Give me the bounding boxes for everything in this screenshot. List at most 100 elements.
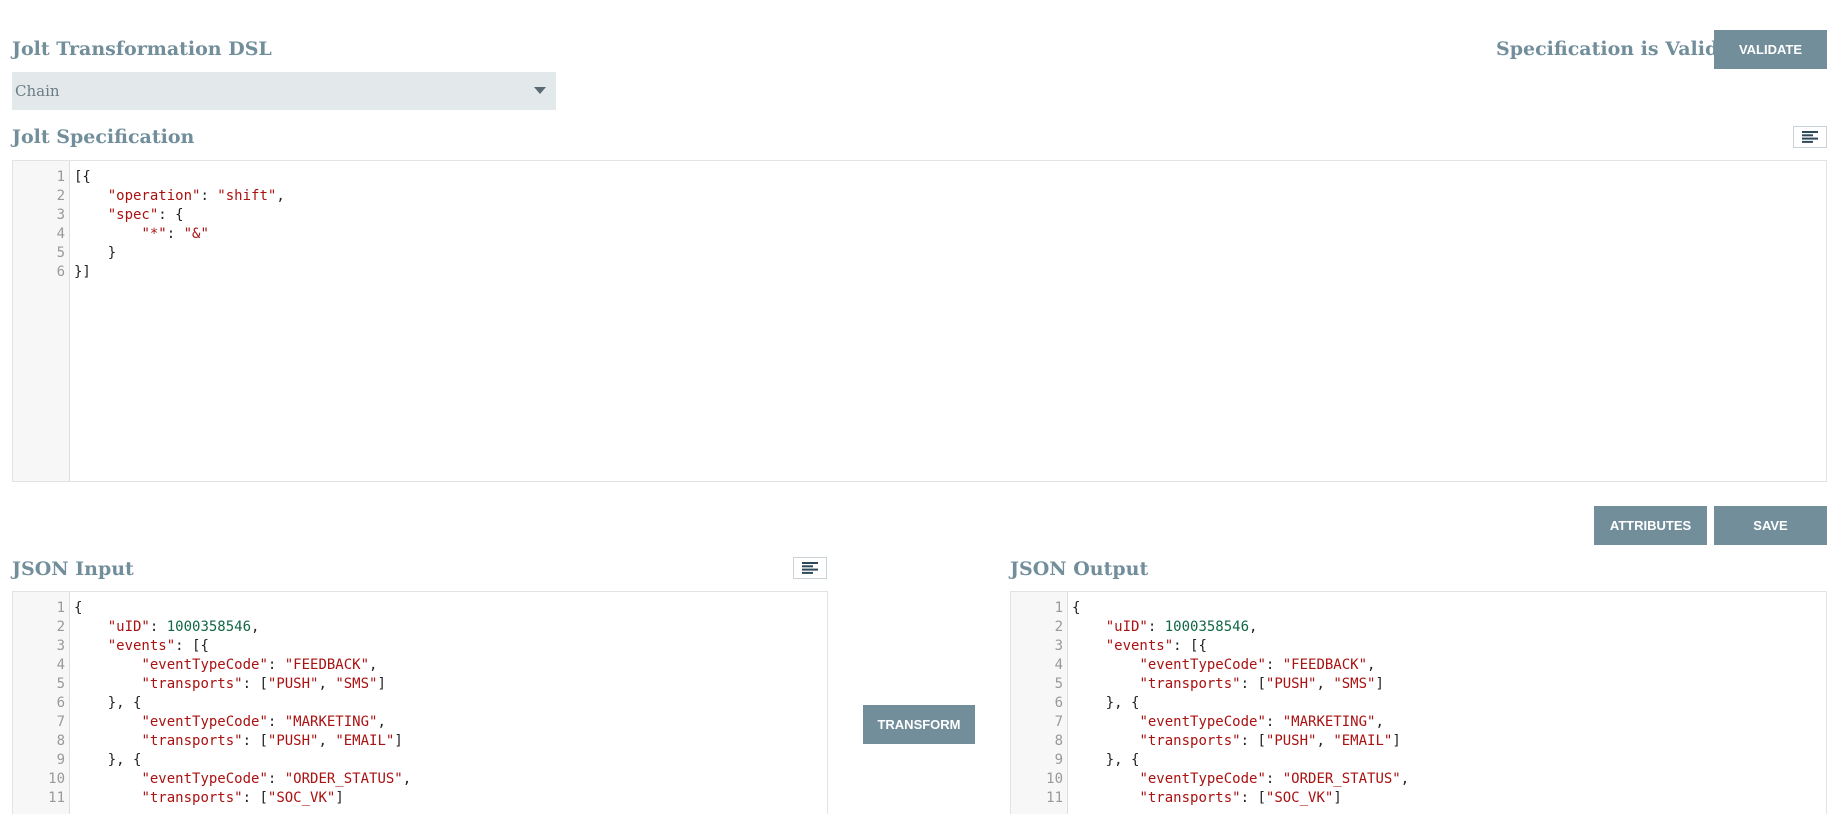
code-token: : [{ (175, 638, 209, 654)
code-token: "*" (141, 226, 167, 242)
line-number: 2 (1054, 619, 1063, 635)
line-text: "eventTypeCode": "MARKETING", (65, 713, 385, 732)
code-token: }] (74, 264, 91, 280)
code-token: , (1367, 657, 1376, 673)
code-token: , (402, 771, 412, 787)
code-token: "transports" (1139, 790, 1241, 806)
attributes-button[interactable]: ATTRIBUTES (1594, 506, 1707, 545)
format-align-icon (1802, 131, 1818, 143)
line-number: 7 (1054, 714, 1063, 730)
line-text: "events": [{ (1063, 637, 1207, 656)
line-number: 10 (1046, 771, 1063, 787)
code-line: 2 "operation": "shift", (13, 187, 1826, 206)
code-token: "eventTypeCode" (1139, 657, 1266, 673)
code-line: 4 "*": "&" (13, 225, 1826, 244)
code-token: "transports" (141, 790, 243, 806)
code-line: 9 }, { (13, 751, 827, 770)
spec-format-button[interactable] (1793, 126, 1827, 148)
save-button[interactable]: SAVE (1714, 506, 1827, 545)
code-token: "FEEDBACK" (1282, 657, 1368, 673)
validate-button[interactable]: VALIDATE (1714, 30, 1827, 69)
code-token: "FEEDBACK" (284, 657, 370, 673)
line-number: 11 (1046, 790, 1063, 806)
line-text: "transports": ["SOC_VK"] (65, 789, 343, 808)
output-editor[interactable]: 1{2 "uID": 1000358546, 3 "events": [{4 "e… (1010, 591, 1827, 814)
line-text: "transports": ["PUSH", "EMAIL"] (1063, 732, 1400, 751)
transform-button[interactable]: TRANSFORM (863, 705, 975, 744)
code-token: "SOC_VK" (267, 790, 336, 806)
code-line: 3 "spec": { (13, 206, 1826, 225)
code-token: "eventTypeCode" (141, 657, 268, 673)
code-token: , (1249, 619, 1258, 635)
dsl-select[interactable]: Chain (12, 72, 556, 110)
code-token: "transports" (141, 733, 243, 749)
line-text: }, { (1063, 751, 1140, 770)
code-token: : [ (1240, 790, 1266, 806)
line-text: [{ (65, 168, 91, 187)
line-text: "operation": "shift", (65, 187, 285, 206)
code-token: "MARKETING" (1282, 714, 1376, 730)
code-line: 3 "events": [{ (1011, 637, 1826, 656)
spec-editor[interactable]: 1[{2 "operation": "shift", 3 "spec": {4 "… (12, 160, 1827, 482)
code-token: , (1375, 714, 1384, 730)
code-token: "EMAIL" (335, 733, 395, 749)
code-token: "EMAIL" (1333, 733, 1393, 749)
line-text: "eventTypeCode": "ORDER_STATUS", (65, 770, 411, 789)
code-line: 4 "eventTypeCode": "FEEDBACK", (1011, 656, 1826, 675)
code-token: ] (377, 676, 386, 692)
code-line: 5 "transports": ["PUSH", "SMS"] (13, 675, 827, 694)
code-line: 3 "events": [{ (13, 637, 827, 656)
line-text: "*": "&" (65, 225, 209, 244)
line-text: "eventTypeCode": "MARKETING", (1063, 713, 1384, 732)
code-token: "transports" (141, 676, 243, 692)
line-text: "uID": 1000358546, (65, 618, 260, 637)
line-text: "eventTypeCode": "FEEDBACK", (1063, 656, 1375, 675)
code-token: , (1316, 676, 1334, 692)
line-number: 11 (48, 790, 65, 806)
line-text: "transports": ["PUSH", "SMS"] (1063, 675, 1384, 694)
line-number: 6 (56, 264, 65, 280)
input-format-button[interactable] (793, 557, 827, 579)
line-number: 3 (56, 638, 65, 654)
code-token: : [ (1240, 676, 1266, 692)
code-token: "SMS" (335, 676, 378, 692)
code-token: "PUSH" (267, 676, 319, 692)
code-line: 2 "uID": 1000358546, (13, 618, 827, 637)
line-number: 7 (56, 714, 65, 730)
code-token: "&" (183, 226, 209, 242)
line-text: "eventTypeCode": "FEEDBACK", (65, 656, 377, 675)
code-token: "MARKETING" (284, 714, 378, 730)
code-token: } (74, 245, 117, 261)
output-title: JSON Output (1010, 558, 1149, 580)
dsl-selected-value: Chain (15, 82, 60, 100)
code-token: : (1147, 619, 1165, 635)
code-line: 11 "transports": ["SOC_VK"] (1011, 789, 1826, 808)
code-token: : (200, 188, 218, 204)
code-token: "eventTypeCode" (141, 714, 268, 730)
code-token: ] (394, 733, 403, 749)
line-number: 9 (1054, 752, 1063, 768)
code-token: }, { (1072, 695, 1140, 711)
line-text: "uID": 1000358546, (1063, 618, 1258, 637)
code-token: , (318, 733, 336, 749)
code-line: 4 "eventTypeCode": "FEEDBACK", (13, 656, 827, 675)
code-token: : (267, 657, 285, 673)
line-number: 5 (1054, 676, 1063, 692)
input-editor[interactable]: 1{2 "uID": 1000358546, 3 "events": [{4 "e… (12, 591, 828, 814)
code-token: ] (1375, 676, 1384, 692)
line-number: 6 (1054, 695, 1063, 711)
code-token: , (276, 188, 285, 204)
code-line: 10 "eventTypeCode": "ORDER_STATUS", (1011, 770, 1826, 789)
code-token: "SMS" (1333, 676, 1376, 692)
code-line: 2 "uID": 1000358546, (1011, 618, 1826, 637)
code-token: : (149, 619, 167, 635)
code-token: "spec" (107, 207, 159, 223)
line-number: 8 (56, 733, 65, 749)
